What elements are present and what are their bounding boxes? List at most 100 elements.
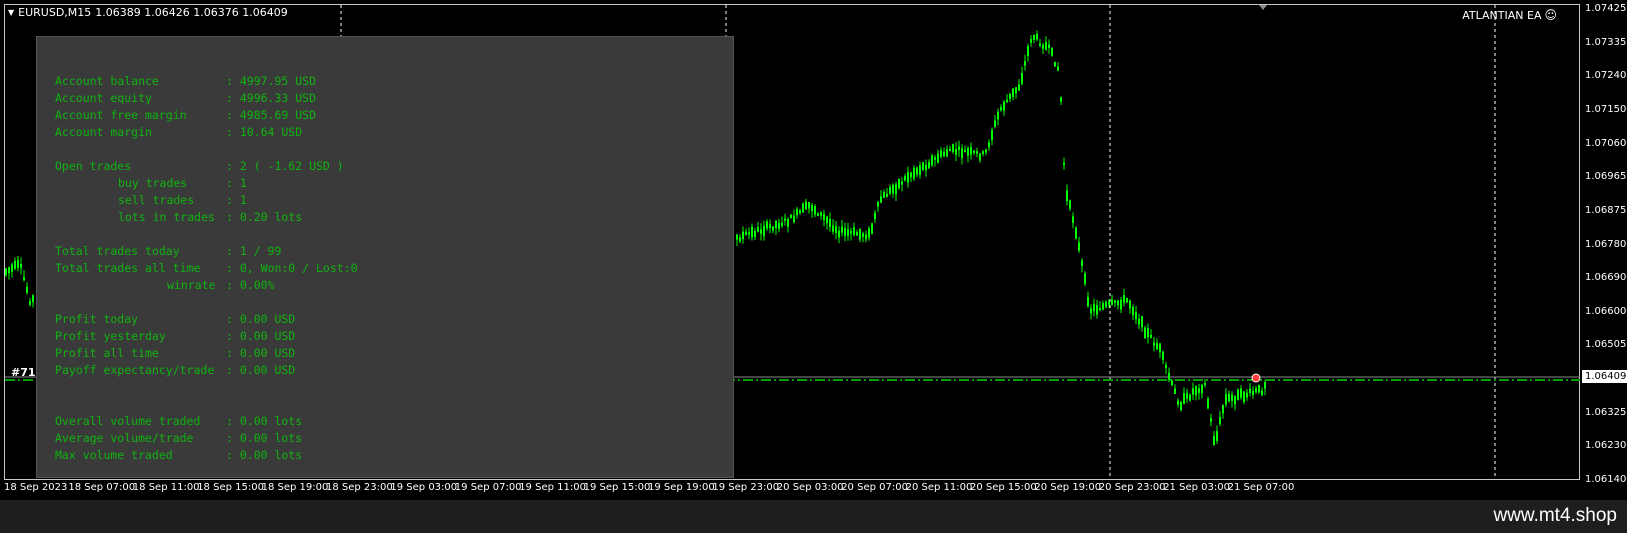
candle-body — [751, 226, 753, 238]
candle-body — [976, 151, 978, 154]
expert-advisor-label[interactable]: ATLANTIAN EA ☺ — [1462, 8, 1557, 22]
candle-body — [26, 286, 28, 293]
candle-body — [823, 213, 825, 220]
candle-body — [1030, 39, 1032, 43]
candle-body — [829, 219, 831, 227]
info-value: : 2 ( -1.62 USD ) — [226, 159, 344, 173]
time-axis-label: 19 Sep 03:00 — [390, 482, 458, 493]
info-label: Payoff expectancy/trade — [55, 363, 215, 377]
candle-body — [772, 226, 774, 231]
candle-body — [1144, 327, 1146, 339]
info-value: : 1 / 99 — [226, 244, 282, 258]
candle-body — [826, 216, 828, 224]
candle-body — [952, 144, 954, 152]
info-label: sell trades — [118, 193, 195, 207]
info-row-account: Account balance: 4997.95 USD — [55, 73, 733, 90]
candle-body — [820, 211, 822, 216]
candle-body — [943, 151, 945, 156]
candle-body — [1255, 388, 1257, 393]
candle-body — [1198, 388, 1200, 393]
candle-body — [1027, 46, 1029, 57]
candle-body — [1240, 388, 1242, 398]
candle-body — [982, 151, 984, 154]
candle-body — [1069, 200, 1071, 209]
info-row-profit: Profit yesterday: 0.00 USD — [55, 328, 733, 345]
candle-body — [14, 260, 16, 269]
candle-body — [859, 228, 861, 240]
candle-body — [1171, 380, 1173, 386]
candle-body — [838, 230, 840, 238]
candle-body — [1048, 44, 1050, 48]
current-price-tag: 1.06409 — [1581, 369, 1627, 384]
info-label: Profit all time — [55, 346, 159, 360]
candle-body — [1123, 295, 1125, 303]
info-row-volume: Average volume/trade: 0.00 lots — [55, 430, 733, 447]
candle-body — [1141, 316, 1143, 328]
candle-body — [1222, 405, 1224, 414]
dropdown-triangle-icon[interactable]: ▼ — [8, 8, 14, 17]
price-axis-label: 1.07335 — [1585, 36, 1627, 48]
info-label: Open trades — [55, 159, 132, 173]
candle-body — [29, 301, 31, 305]
price-axis-label: 1.06690 — [1585, 272, 1627, 284]
time-axis-label: 20 Sep 11:00 — [905, 482, 973, 493]
info-label: winrate — [167, 278, 216, 292]
info-value: : 1 — [226, 176, 247, 190]
info-label: Account free margin — [55, 108, 187, 122]
candle-body — [1126, 298, 1128, 303]
smiley-icon: ☺ — [1544, 8, 1557, 22]
candle-body — [1150, 334, 1152, 338]
candle-body — [1213, 435, 1215, 445]
candle-body — [931, 155, 933, 166]
candle-body — [1099, 308, 1101, 311]
candle-body — [1147, 328, 1149, 338]
symbol-header: ▼ EURUSD,M15 1.06389 1.06426 1.06376 1.064… — [8, 6, 288, 19]
time-axis-label: 18 Sep 19:00 — [261, 482, 329, 493]
candle-body — [1018, 84, 1020, 91]
candle-body — [1216, 431, 1218, 441]
time-axis-label: 19 Sep 15:00 — [583, 482, 651, 493]
candle-body — [1093, 304, 1095, 312]
candle-body — [964, 149, 966, 153]
candle-body — [1012, 88, 1014, 97]
candle-body — [1096, 304, 1098, 315]
info-label: Profit yesterday — [55, 329, 166, 343]
candle-body — [1165, 364, 1167, 368]
info-row-totals: winrate: 0.00% — [55, 277, 733, 294]
candle-body — [1183, 393, 1185, 404]
candle-body — [760, 229, 762, 234]
candle-body — [1060, 97, 1062, 102]
candle-body — [781, 222, 783, 227]
candle-body — [811, 205, 813, 212]
time-axis-label: 18 Sep 23:00 — [326, 482, 393, 493]
candle-body — [868, 228, 870, 238]
price-axis-label: 1.07150 — [1585, 103, 1627, 115]
candle-body — [1087, 296, 1089, 307]
candle-body — [970, 147, 972, 155]
candle-body — [817, 213, 819, 216]
candle-body — [1108, 301, 1110, 305]
candle-body — [763, 225, 765, 237]
candle-body — [925, 164, 927, 171]
info-value: : 0, Won:0 / Lost:0 — [226, 261, 358, 275]
info-row-account: Account free margin: 4985.69 USD — [55, 107, 733, 124]
candle-body — [1006, 99, 1008, 103]
info-row-profit: Payoff expectancy/trade: 0.00 USD — [55, 362, 733, 379]
candle-body — [1207, 398, 1209, 409]
price-axis-label: 1.06600 — [1585, 305, 1627, 317]
chart-window[interactable]: ▼ EURUSD,M15 1.06389 1.06426 1.06376 1.064… — [0, 0, 1627, 500]
candle-body — [988, 142, 990, 148]
candle-body — [1138, 318, 1140, 325]
info-row-profit: Profit today: 0.00 USD — [55, 311, 733, 328]
candle-body — [1111, 299, 1113, 305]
candle-body — [841, 226, 843, 233]
candle-body — [1072, 216, 1074, 223]
candle-body — [1102, 303, 1104, 310]
candle-body — [979, 153, 981, 161]
candle-body — [1195, 386, 1197, 396]
time-axis-label: 18 Sep 2023 — [4, 482, 68, 493]
candle-body — [1081, 260, 1083, 266]
candle-body — [862, 233, 864, 238]
info-value: : 0.00 USD — [226, 312, 296, 326]
info-row-totals: Total trades all time: 0, Won:0 / Lost:0 — [55, 260, 733, 277]
